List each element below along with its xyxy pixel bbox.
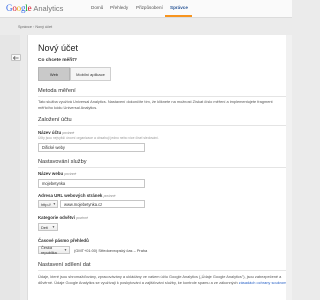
category-label: Kategorie odvětví povinné bbox=[38, 215, 88, 220]
tracking-question: Co chcete měřit? bbox=[38, 58, 77, 63]
divider bbox=[38, 96, 291, 97]
method-description: Tato služba využívá Universal Analytics.… bbox=[38, 99, 273, 110]
back-arrow-icon bbox=[13, 55, 19, 60]
account-name-hint: Účty jsou nejvyšší úrovní organizace a o… bbox=[38, 136, 159, 140]
active-nav-indicator bbox=[165, 15, 192, 17]
breadcrumb: Správce › Nový účet bbox=[18, 25, 52, 29]
site-name-value: mojebetynka bbox=[42, 181, 66, 186]
new-account-panel: Nový účet Co chcete měřit? Web Mobilní a… bbox=[27, 35, 292, 300]
sharing-description: Údaje, které jsou shromažďovány, zpracov… bbox=[38, 274, 288, 285]
back-button[interactable] bbox=[11, 54, 21, 61]
top-bar: Google Analytics Domů Přehledy Přizpůsob… bbox=[0, 0, 292, 18]
logo-analytics-text: Analytics bbox=[33, 3, 64, 13]
option-mobile-app-button[interactable]: Mobilní aplikace bbox=[70, 67, 111, 81]
url-value: www.mojebetynka.cz bbox=[64, 201, 103, 207]
required-marker: povinné bbox=[62, 131, 75, 135]
site-name-label-text: Název webu bbox=[38, 171, 64, 176]
google-analytics-logo[interactable]: Google Analytics bbox=[6, 3, 63, 13]
category-value: Deti bbox=[41, 224, 48, 230]
timezone-value: (GMT+01:00) Středoevropský čas – Praha bbox=[74, 248, 148, 253]
page-title: Nový účet bbox=[38, 43, 79, 53]
timezone-select[interactable]: (GMT+01:00) Středoevropský čas – Praha bbox=[74, 248, 147, 253]
url-input[interactable]: www.mojebetynka.cz bbox=[60, 200, 145, 208]
url-protocol-value: http:// bbox=[41, 201, 51, 207]
breadcrumb-admin-link[interactable]: Správce bbox=[18, 25, 32, 29]
nav-reports[interactable]: Přehledy bbox=[110, 5, 128, 10]
required-marker: povinné bbox=[76, 216, 88, 220]
option-web-button[interactable]: Web bbox=[38, 67, 70, 81]
url-label: Adresa URL webových stránek povinné bbox=[38, 193, 115, 198]
divider bbox=[38, 167, 291, 168]
chevron-down-icon: ▼ bbox=[52, 202, 56, 206]
timezone-label-text: Časové pásmo přehledů bbox=[38, 238, 89, 243]
chevron-down-icon: ▼ bbox=[51, 225, 55, 229]
account-name-value: Difické weby bbox=[42, 145, 65, 150]
nav-admin[interactable]: Správce bbox=[170, 5, 188, 10]
site-name-label: Název webu povinné bbox=[38, 171, 76, 176]
account-name-input[interactable]: Difické weby bbox=[38, 143, 145, 152]
breadcrumb-current: Nový účet bbox=[35, 25, 53, 29]
account-name-label-text: Název účtu bbox=[38, 130, 62, 135]
method-heading: Metoda měření bbox=[38, 88, 76, 94]
timezone-label: Časové pásmo přehledů bbox=[38, 238, 89, 243]
chevron-down-icon: ▼ bbox=[63, 248, 67, 252]
divider bbox=[38, 125, 291, 126]
account-name-label: Název účtu povinné bbox=[38, 130, 74, 135]
url-label-text: Adresa URL webových stránek bbox=[38, 193, 103, 198]
property-heading: Nastavování služby bbox=[38, 159, 87, 165]
site-name-input[interactable]: mojebetynka bbox=[38, 179, 145, 188]
category-label-text: Kategorie odvětví bbox=[38, 215, 75, 220]
logo-google-text: Google bbox=[6, 3, 32, 13]
url-protocol-select[interactable]: http:// ▼ bbox=[38, 200, 58, 208]
timezone-country-select[interactable]: Česká republika ▼ bbox=[38, 245, 70, 255]
scrollbar[interactable] bbox=[286, 35, 292, 300]
nav-home[interactable]: Domů bbox=[91, 5, 103, 10]
sharing-heading: Nastavení sdílení dat bbox=[38, 262, 91, 268]
required-marker: povinné bbox=[64, 172, 77, 176]
nav-customization[interactable]: Přizpůsobení bbox=[136, 5, 163, 10]
account-heading: Založení účtu bbox=[38, 117, 72, 123]
left-column bbox=[0, 35, 20, 300]
divider bbox=[38, 270, 291, 271]
privacy-policy-link[interactable]: zásadách ochrany soukromí bbox=[239, 280, 288, 285]
timezone-country-value: Česká republika bbox=[41, 245, 57, 255]
category-select[interactable]: Deti ▼ bbox=[38, 223, 58, 231]
required-marker: povinné bbox=[103, 194, 116, 198]
